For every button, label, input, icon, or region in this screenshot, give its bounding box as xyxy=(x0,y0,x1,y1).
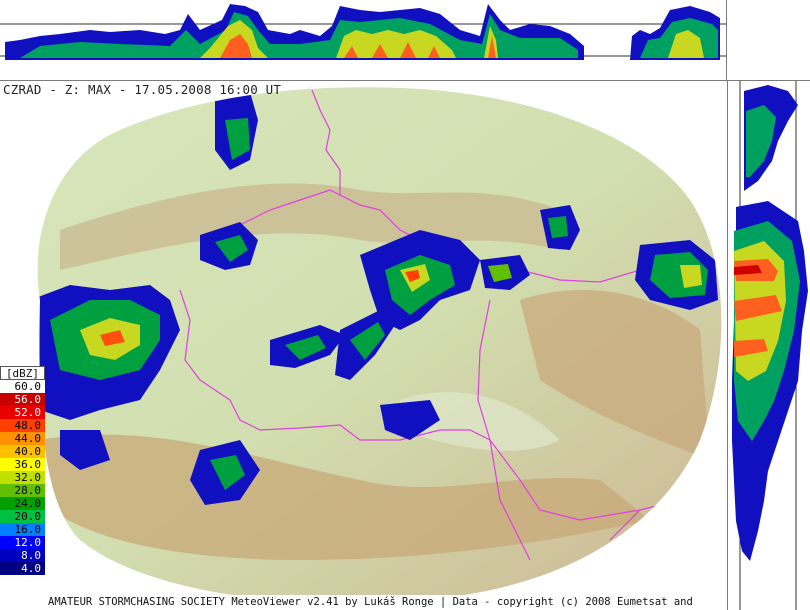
legend-level: 16.0 xyxy=(0,523,45,536)
radar-viewer: CZRAD - Z: MAX - 17.05.2008 16:00 UT [dB… xyxy=(0,0,810,610)
radar-map[interactable] xyxy=(0,81,726,610)
legend-level: 8.0 xyxy=(0,549,45,562)
corner-box xyxy=(727,0,810,81)
legend-level: 20.0 xyxy=(0,510,45,523)
legend-level: 40.0 xyxy=(0,445,45,458)
side-profile-echoes xyxy=(732,85,808,561)
legend-level: 36.0 xyxy=(0,458,45,471)
top-profile-graphic xyxy=(0,4,726,60)
legend-level: 56.0 xyxy=(0,393,45,406)
top-profile-echoes xyxy=(5,4,720,60)
legend-unit-label: [dBZ] xyxy=(0,366,45,380)
legend-scale: 60.0 56.0 52.0 48.0 44.0 40.0 36.0 32.0 28.0 24.0… xyxy=(0,380,45,575)
legend-level: 4.0 xyxy=(0,562,45,575)
legend-level: 48.0 xyxy=(0,419,45,432)
legend-level: 52.0 xyxy=(0,406,45,419)
legend-level: 44.0 xyxy=(0,432,45,445)
credits-bar: AMATEUR STORMCHASING SOCIETY MeteoViewer… xyxy=(48,595,698,609)
legend-level: 28.0 xyxy=(0,484,45,497)
dbz-legend: [dBZ] 60.0 56.0 52.0 48.0 44.0 40.0 36.0 32.0 28… xyxy=(0,366,45,575)
product-title: CZRAD - Z: MAX - 17.05.2008 16:00 UT xyxy=(3,82,282,97)
side-profile-graphic xyxy=(732,81,808,610)
side-cross-section xyxy=(727,81,810,610)
legend-level: 60.0 xyxy=(0,380,45,393)
top-cross-section xyxy=(0,0,727,81)
legend-level: 32.0 xyxy=(0,471,45,484)
legend-level: 12.0 xyxy=(0,536,45,549)
map-graphic xyxy=(37,87,722,603)
legend-level: 24.0 xyxy=(0,497,45,510)
